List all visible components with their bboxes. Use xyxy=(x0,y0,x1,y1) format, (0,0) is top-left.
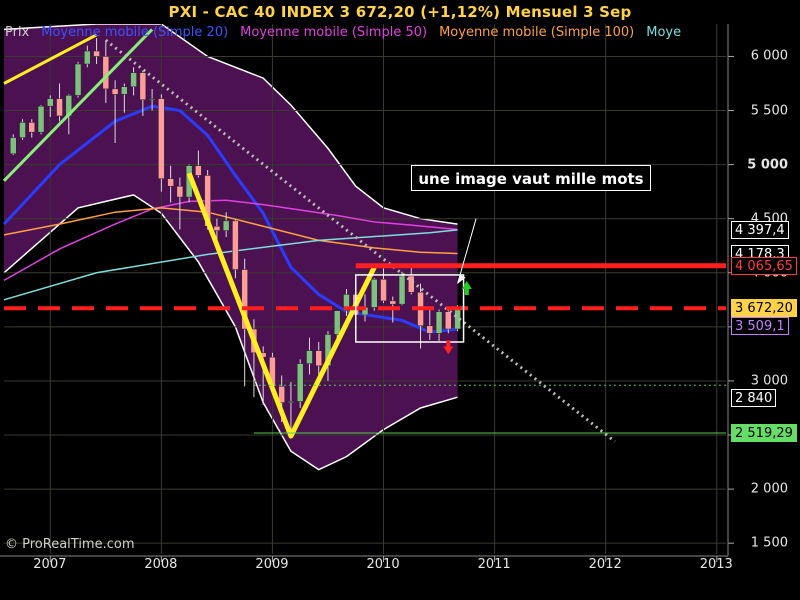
candle-body xyxy=(287,401,295,403)
x-tick-label: 2007 xyxy=(33,557,67,572)
candle-body xyxy=(389,300,397,305)
legend-item: Moyenne mobile (Simple 100) xyxy=(439,25,635,40)
y-tick-label: 1 500 xyxy=(750,535,788,551)
price-label: 3 672,20 xyxy=(731,299,797,318)
candle-body xyxy=(148,98,156,100)
candle-body xyxy=(445,311,452,330)
candle-body xyxy=(158,98,165,179)
candle-body xyxy=(296,363,304,402)
y-tick-label: 6 000 xyxy=(750,48,788,64)
candle-body xyxy=(47,98,54,107)
x-tick-label: 2010 xyxy=(366,557,400,572)
candle-body xyxy=(93,50,100,57)
candle-body xyxy=(213,226,221,231)
legend: Prix Moyenne mobile (Simple 20) Moyenne mo… xyxy=(5,25,693,40)
candle-body xyxy=(56,98,63,117)
candle-body xyxy=(176,185,184,198)
candle-body xyxy=(195,165,202,176)
candle-body xyxy=(19,122,26,138)
candle-body xyxy=(426,325,434,334)
candle-body xyxy=(139,72,147,100)
candle-body xyxy=(333,310,341,335)
candle-body xyxy=(315,350,322,367)
price-label: 2 519,29 xyxy=(731,423,797,442)
y-tick-label: 3 000 xyxy=(750,373,788,389)
candle-body xyxy=(28,122,36,133)
candle-body xyxy=(371,279,378,308)
candle-body xyxy=(232,220,239,270)
candle-body xyxy=(222,220,230,231)
candle-body xyxy=(167,178,174,187)
candle-body xyxy=(380,279,387,302)
candle-body xyxy=(398,275,406,305)
candle-body xyxy=(37,105,45,133)
candle-body xyxy=(74,63,82,96)
price-label: 4 397,4 xyxy=(731,220,789,239)
candle-body xyxy=(306,350,313,364)
legend-item: Moye xyxy=(646,25,682,40)
candle-body xyxy=(130,72,137,87)
y-tick-label: 2 000 xyxy=(750,481,788,497)
x-tick-label: 2012 xyxy=(588,557,622,572)
candle-body xyxy=(10,137,17,155)
candle-body xyxy=(111,88,119,95)
x-tick-label: 2008 xyxy=(144,557,178,572)
candle-body xyxy=(84,50,91,65)
watermark: © ProRealTime.com xyxy=(5,537,135,552)
y-tick-label: 5 500 xyxy=(750,103,788,119)
price-label: 4 065,65 xyxy=(731,256,797,275)
y-tick-label: 5 000 xyxy=(747,157,788,173)
x-tick-label: 2011 xyxy=(477,557,511,572)
chart-annotation: une image vaut mille mots xyxy=(411,165,651,191)
candle-body xyxy=(435,311,443,334)
x-tick-label: 2009 xyxy=(255,557,289,572)
x-tick-label: 2013 xyxy=(699,557,733,572)
legend-item: Moyenne mobile (Simple 20) xyxy=(41,25,229,40)
legend-item: Moyenne mobile (Simple 50) xyxy=(240,25,428,40)
chart-title: PXI - CAC 40 INDEX 3 672,20 (+1,12%) Men… xyxy=(168,3,632,21)
legend-item: Prix xyxy=(5,25,30,40)
price-label: 3 509,1 xyxy=(731,316,789,335)
candle-body xyxy=(121,86,128,95)
price-chart xyxy=(0,0,800,600)
price-label: 2 840 xyxy=(731,389,777,408)
